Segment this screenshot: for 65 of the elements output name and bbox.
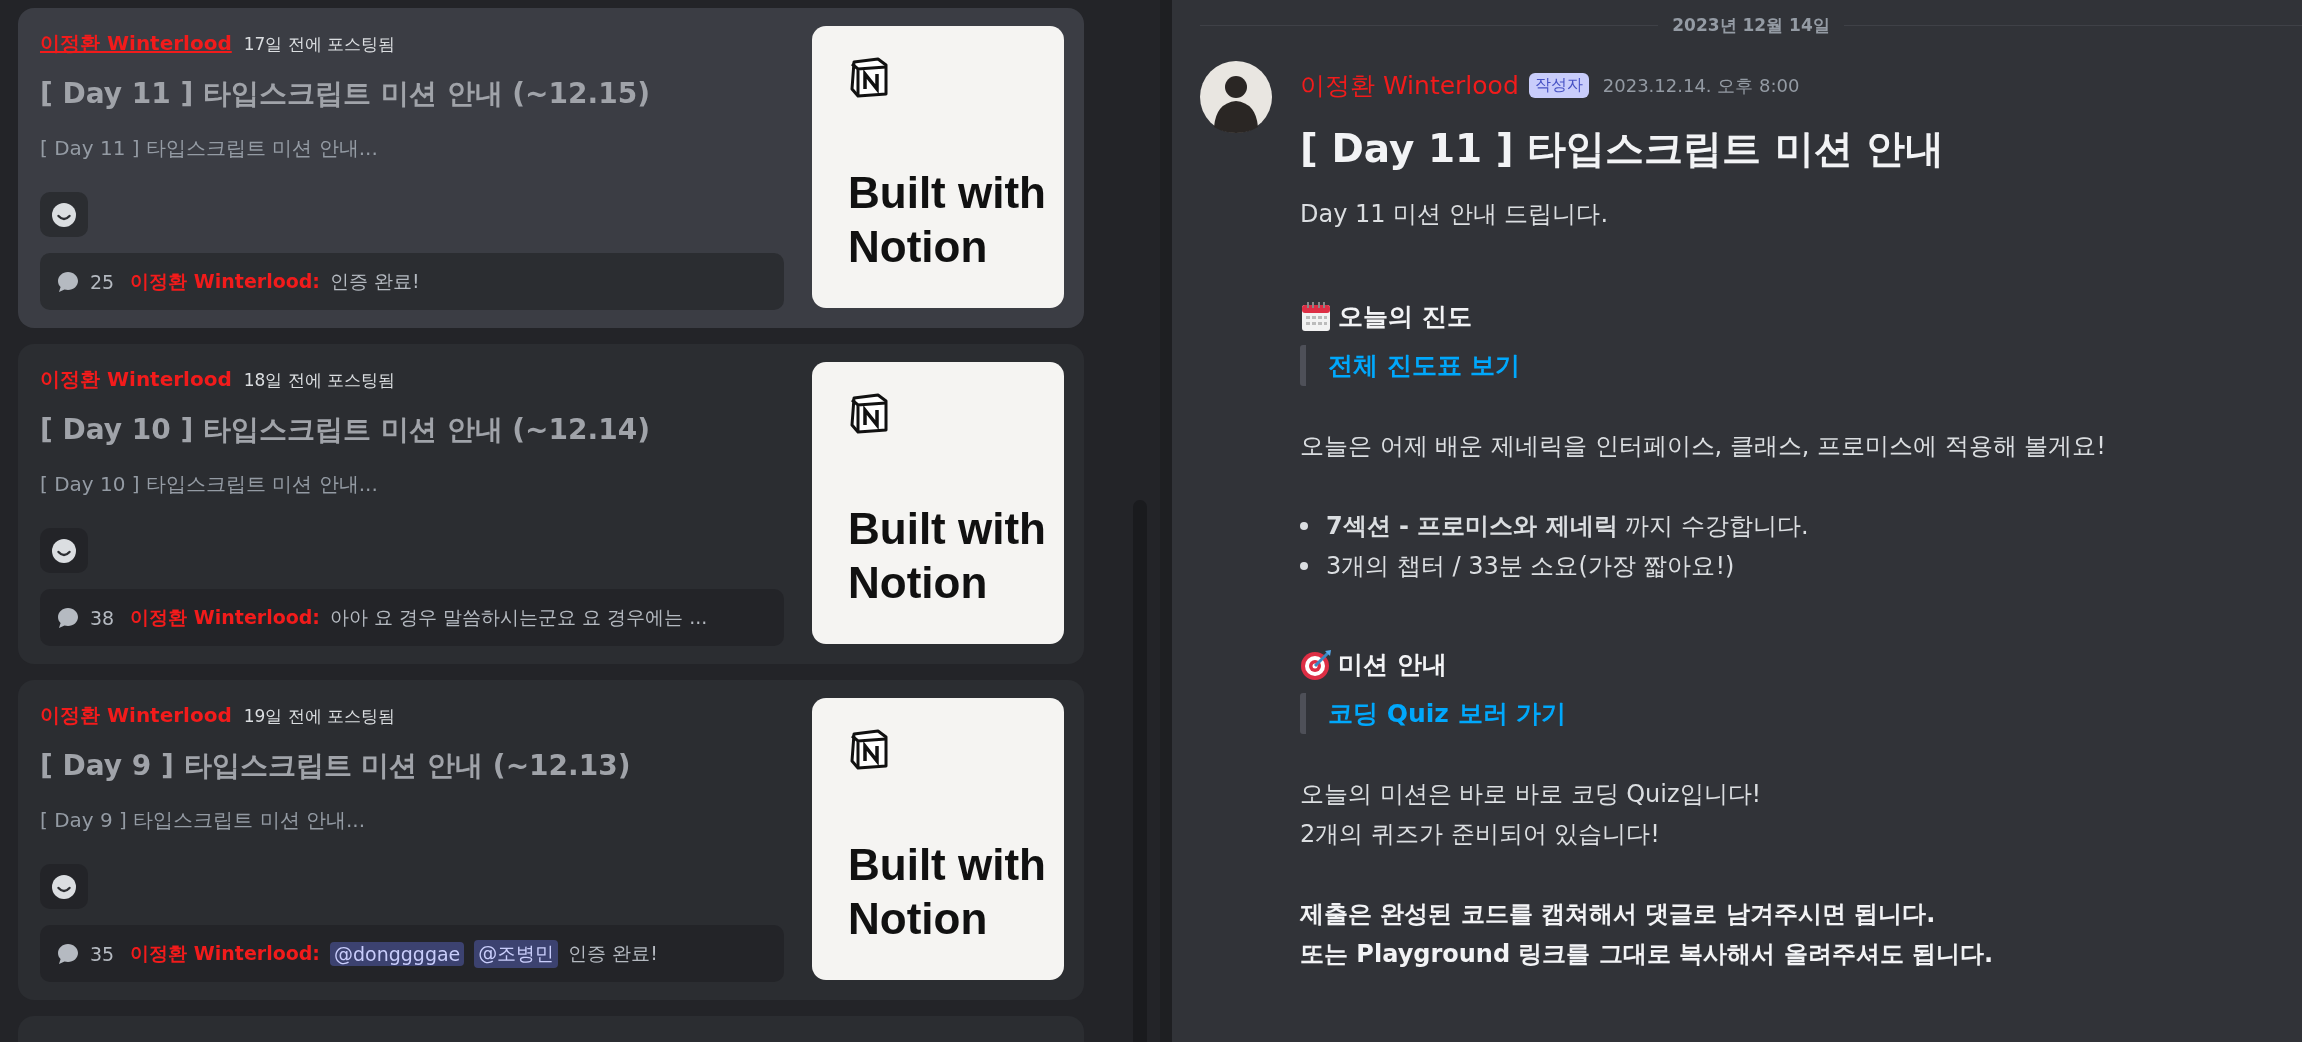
message-paragraph: 제출은 완성된 코드를 캡쳐해서 댓글로 남겨주시면 됩니다. 또는 Playground 링크를 그대로 복사해서 올려주셔도 됩니다. <box>1300 899 1995 970</box>
author-badge: 작성자 <box>1528 73 1589 98</box>
comment-icon <box>56 269 80 294</box>
last-message-bar[interactable]: 38 이정환 Winterlood: 아아 요 경우 말씀하시는군요 요 경우에는 ... <box>40 589 784 646</box>
post-title: [ Day 10 ] 타입스크립트 미션 안내 (~12.14) <box>40 412 651 448</box>
author-name: 이정환 Winterlood: <box>130 940 320 966</box>
reaction-button[interactable] <box>40 864 88 910</box>
comment-icon <box>56 605 80 630</box>
date-divider: 2023년 12월 14일 <box>1672 14 1830 37</box>
smile-icon <box>51 201 77 228</box>
logo-icon <box>848 728 890 770</box>
list-item: 3개의 챕터 / 33분 소요(가장 짧아요!) <box>1326 551 1735 582</box>
logo-icon <box>848 56 890 98</box>
post-title: [ Day 9 ] 타입스크립트 미션 안내 (~12.13) <box>40 748 632 784</box>
smile-icon <box>51 537 77 564</box>
comment-icon <box>56 941 80 966</box>
bullet-icon <box>1300 562 1308 570</box>
thumbnail-text: Built with <box>848 503 1047 555</box>
message-text: 아아 요 경우 말씀하시는군요 요 경우에는 ... <box>329 604 708 630</box>
post-preview: [ Day 9 ] 타입스크립트 미션 안내... <box>40 807 367 834</box>
target-icon <box>1300 648 1332 681</box>
user-mention[interactable]: @donggggae <box>329 941 465 966</box>
section-heading: 미션 안내 <box>1338 649 1447 681</box>
post-time: 18일 전에 포스팅됨 <box>243 369 396 392</box>
author-name: 이정환 Winterlood: <box>130 604 320 630</box>
section-heading: 오늘의 진도 <box>1338 301 1472 333</box>
thumbnail-text: Built with <box>848 839 1047 891</box>
user-mention[interactable]: @조병민 <box>474 939 559 968</box>
link[interactable]: 코딩 Quiz 보러 가기 <box>1328 699 1567 728</box>
last-message-bar[interactable]: 35 이정환 Winterlood: @donggggae @조병민 인증 완료! <box>40 925 784 982</box>
last-message-bar[interactable]: 25 이정환 Winterlood: 인증 완료! <box>40 253 784 310</box>
post-time: 17일 전에 포스팅됨 <box>243 33 396 56</box>
author-name[interactable]: 이정환 Winterlood <box>40 366 232 393</box>
reaction-button[interactable] <box>40 528 88 574</box>
bullet-icon <box>1300 522 1308 530</box>
message-paragraph: 오늘의 미션은 바로 바로 코딩 Quiz입니다! 2개의 퀴즈가 준비되어 있습니다! <box>1300 779 1763 850</box>
thumbnail-text: Notion <box>848 221 989 273</box>
author-name: 이정환 Winterlood: <box>130 268 320 294</box>
thumbnail-text: Built with <box>848 167 1047 219</box>
post-card[interactable]: 이정환 Winterlood 19일 전에 포스팅됨 [ Day 9 ] 타입스크립트 미션 안내 (~12.13) [ Day 9 ] 타입스크립트 미션 안내... 35 이정환 Winterlood: @donggggae @조병민 인증 완료! Built with Notion <box>18 680 1084 1000</box>
message-paragraph: Day 11 미션 안내 드립니다. <box>1300 199 1610 230</box>
post-time: 19일 전에 포스팅됨 <box>243 705 396 728</box>
post-card[interactable]: 이정환 Winterlood 18일 전에 포스팅됨 [ Day 10 ] 타입스크립트 미션 안내 (~12.14) [ Day 10 ] 타입스크립트 미션 안내... 38 이정환 Winterlood: 아아 요 경우 말씀하시는군요 요 경우에는 ... Built with Notion <box>18 344 1084 664</box>
post-preview: [ Day 10 ] 타입스크립트 미션 안내... <box>40 471 379 498</box>
message-text: 인증 완료! <box>329 268 420 294</box>
author-name[interactable]: 이정환 Winterlood <box>40 702 232 729</box>
post-card[interactable]: 이정환 Winterlood 17일 전에 포스팅됨 [ Day 11 ] 타입스크립트 미션 안내 (~12.15) [ Day 11 ] 타입스크립트 미션 안내... 25 이정환 Winterlood: 인증 완료! Built with Notion <box>18 8 1084 328</box>
comment-count: 38 <box>90 606 115 629</box>
comment-count: 25 <box>90 270 115 293</box>
calendar-icon <box>1300 300 1332 333</box>
thumbnail-text: Notion <box>848 557 989 609</box>
post-preview: [ Day 11 ] 타입스크립트 미션 안내... <box>40 135 379 162</box>
reaction-button[interactable] <box>40 192 88 238</box>
logo-icon <box>848 392 890 434</box>
thumbnail-text: Notion <box>848 893 989 945</box>
list-item: 7섹션 - 프로미스와 제네릭 까지 수강합니다. <box>1326 511 1809 542</box>
timestamp: 2023.12.14. 오후 8:00 <box>1602 73 1800 98</box>
post-title: [ Day 11 ] 타입스크립트 미션 안내 (~12.15) <box>40 76 651 112</box>
post-title: [ Day 11 ] 타입스크립트 미션 안내 <box>1300 125 1946 173</box>
link[interactable]: 전체 진도표 보기 <box>1328 351 1521 380</box>
smile-icon <box>51 873 77 900</box>
message-text: 인증 완료! <box>568 940 658 966</box>
comment-count: 35 <box>90 942 115 965</box>
message-paragraph: 오늘은 어제 배운 제네릭을 인터페이스, 클래스, 프로미스에 적용해 볼게요! <box>1300 431 2106 462</box>
avatar[interactable] <box>1200 61 1272 133</box>
